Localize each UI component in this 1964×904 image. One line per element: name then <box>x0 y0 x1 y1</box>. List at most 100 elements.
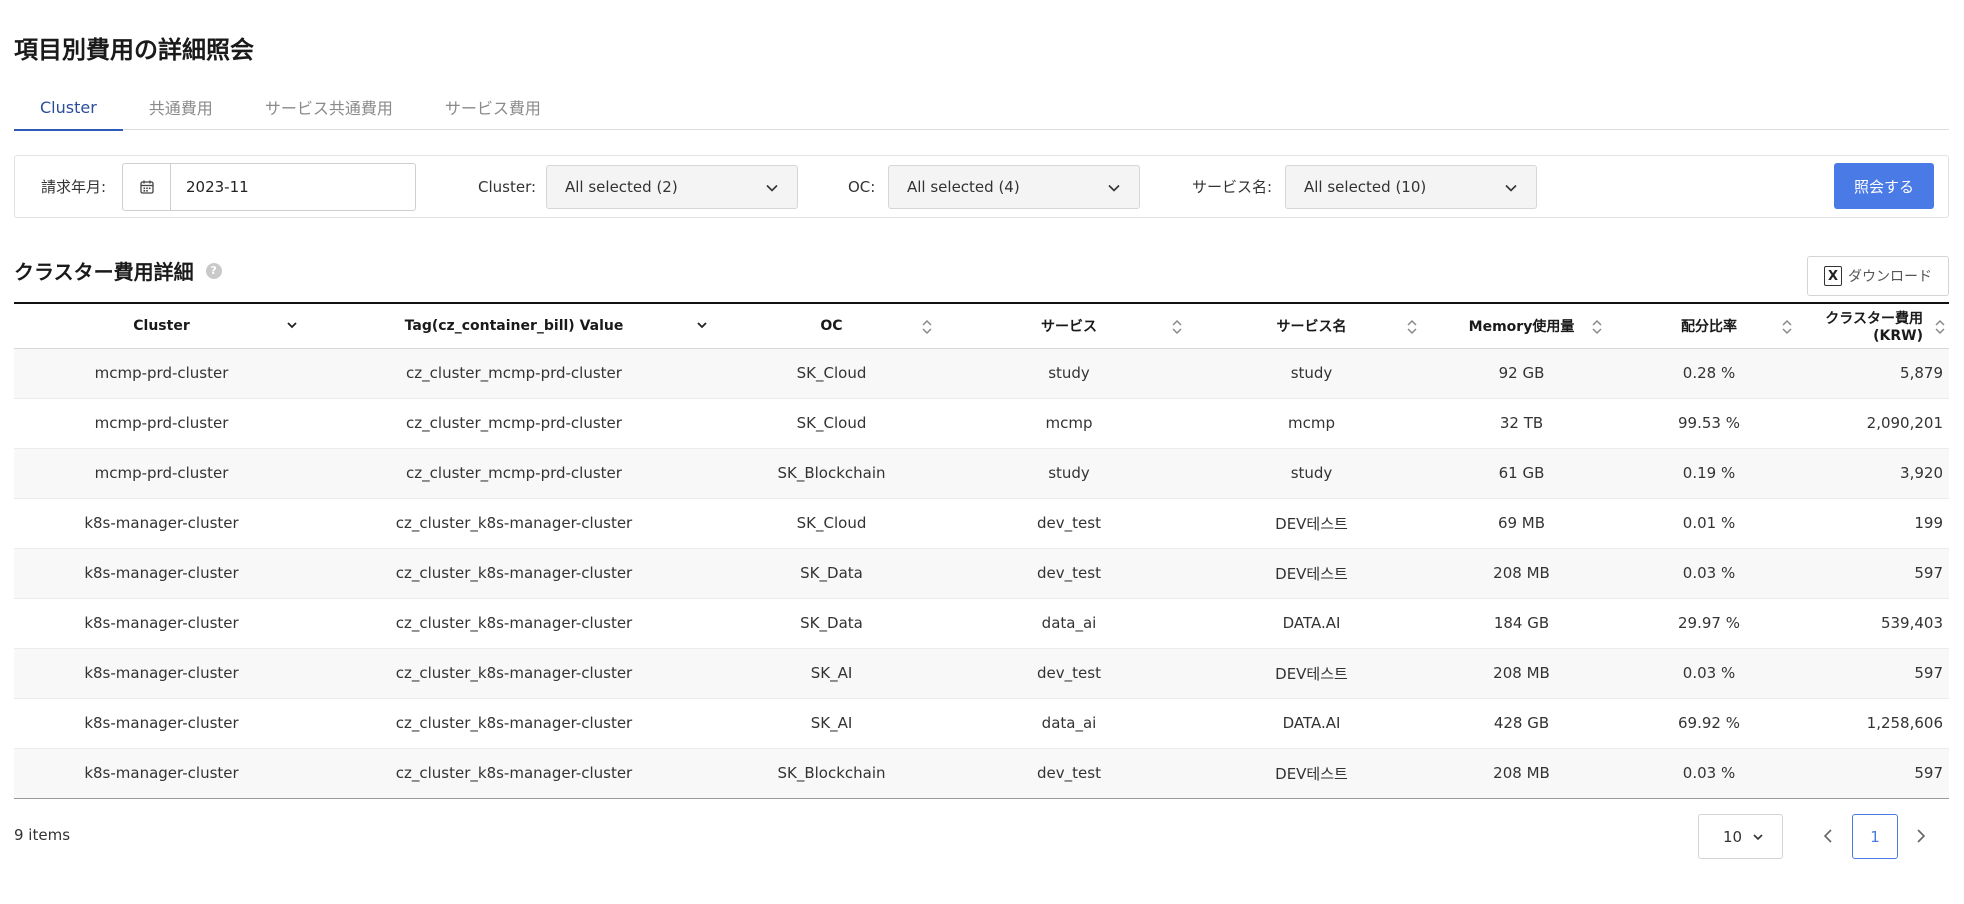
cell-tag: cz_cluster_k8s-manager-cluster <box>309 598 719 649</box>
billing-month-picker[interactable]: 2023-11 <box>122 163 416 211</box>
cell-service-name: DATA.AI <box>1194 598 1429 649</box>
cell-memory: 61 GB <box>1429 448 1614 499</box>
cell-memory: 69 MB <box>1429 498 1614 549</box>
filter-bar: 請求年月: 2023-11 Cluster: All selected (2) … <box>14 155 1949 218</box>
cell-cost: 199 <box>1804 498 1949 549</box>
cell-memory: 92 GB <box>1429 348 1614 399</box>
cell-memory: 428 GB <box>1429 698 1614 749</box>
cell-service-name: DATA.AI <box>1194 698 1429 749</box>
tab-common-cost[interactable]: 共通費用 <box>123 84 239 130</box>
section-title: クラスター費用詳細 <box>14 260 194 284</box>
cell-ratio: 29.97 % <box>1614 598 1804 649</box>
help-icon[interactable]: ? <box>205 262 222 279</box>
column-header-service[interactable]: サービス <box>944 302 1194 349</box>
table-row: k8s-manager-cluster cz_cluster_k8s-manag… <box>14 748 1949 799</box>
sort-icon[interactable] <box>1170 318 1184 336</box>
search-button[interactable]: 照会する <box>1834 163 1934 209</box>
cost-table: Cluster Tag(cz_container_bill) Value OC … <box>14 302 1949 799</box>
cell-service: dev_test <box>944 748 1194 799</box>
cell-cluster: k8s-manager-cluster <box>14 698 309 749</box>
cell-cluster: k8s-manager-cluster <box>14 748 309 799</box>
cell-tag: cz_cluster_k8s-manager-cluster <box>309 698 719 749</box>
cell-ratio: 69.92 % <box>1614 698 1804 749</box>
cell-cost: 3,920 <box>1804 448 1949 499</box>
cell-service: mcmp <box>944 398 1194 449</box>
chevron-left-icon[interactable] <box>1820 826 1836 846</box>
cell-memory: 184 GB <box>1429 598 1614 649</box>
cell-tag: cz_cluster_mcmp-prd-cluster <box>309 398 719 449</box>
page-title: 項目別費用の詳細照会 <box>14 36 254 64</box>
cell-service: study <box>944 448 1194 499</box>
billing-month-input[interactable]: 2023-11 <box>171 164 249 210</box>
cell-oc: SK_Cloud <box>719 348 944 399</box>
chevron-down-icon[interactable] <box>285 318 299 332</box>
column-header-cost[interactable]: クラスター費用 (KRW) <box>1804 302 1949 349</box>
cell-service-name: DEV테스트 <box>1194 748 1429 799</box>
cell-service: dev_test <box>944 648 1194 699</box>
cell-tag: cz_cluster_k8s-manager-cluster <box>309 548 719 599</box>
sort-icon[interactable] <box>1780 318 1794 336</box>
cell-ratio: 0.19 % <box>1614 448 1804 499</box>
sort-icon[interactable] <box>1405 318 1419 336</box>
column-header-tag[interactable]: Tag(cz_container_bill) Value <box>309 302 719 349</box>
cell-service: study <box>944 348 1194 399</box>
column-header-ratio[interactable]: 配分比率 <box>1614 302 1804 349</box>
cell-oc: SK_AI <box>719 698 944 749</box>
cell-service-name: DEV테스트 <box>1194 498 1429 549</box>
page-number-button[interactable]: 1 <box>1852 814 1898 859</box>
tab-cluster[interactable]: Cluster <box>14 84 123 131</box>
column-header-memory[interactable]: Memory使用量 <box>1429 302 1614 349</box>
cell-memory: 208 MB <box>1429 648 1614 699</box>
table-row: k8s-manager-cluster cz_cluster_k8s-manag… <box>14 648 1949 699</box>
cell-oc: SK_Data <box>719 598 944 649</box>
cell-ratio: 0.01 % <box>1614 498 1804 549</box>
table-row: mcmp-prd-cluster cz_cluster_mcmp-prd-clu… <box>14 398 1949 449</box>
chevron-down-icon <box>1753 834 1763 841</box>
cell-cluster: k8s-manager-cluster <box>14 648 309 699</box>
oc-filter-label: OC: <box>848 177 876 196</box>
cell-tag: cz_cluster_k8s-manager-cluster <box>309 648 719 699</box>
tab-service-common-cost[interactable]: サービス共通費用 <box>239 84 419 130</box>
chevron-right-icon[interactable] <box>1913 826 1929 846</box>
cell-cluster: mcmp-prd-cluster <box>14 348 309 399</box>
cell-service: data_ai <box>944 698 1194 749</box>
cell-cluster: k8s-manager-cluster <box>14 598 309 649</box>
cell-tag: cz_cluster_mcmp-prd-cluster <box>309 348 719 399</box>
cell-memory: 208 MB <box>1429 748 1614 799</box>
cell-cost: 5,879 <box>1804 348 1949 399</box>
service-name-select[interactable]: All selected (10) <box>1285 165 1537 209</box>
calendar-icon[interactable] <box>123 164 171 210</box>
service-name-filter-label: サービス名: <box>1192 178 1273 196</box>
cell-ratio: 0.28 % <box>1614 348 1804 399</box>
cell-oc: SK_Cloud <box>719 398 944 449</box>
cell-cost: 597 <box>1804 648 1949 699</box>
sort-icon[interactable] <box>1933 318 1947 336</box>
cell-service-name: DEV테스트 <box>1194 648 1429 699</box>
table-row: mcmp-prd-cluster cz_cluster_mcmp-prd-clu… <box>14 448 1949 499</box>
chevron-down-icon <box>1108 184 1120 192</box>
cell-cluster: k8s-manager-cluster <box>14 548 309 599</box>
cell-oc: SK_AI <box>719 648 944 699</box>
column-header-oc[interactable]: OC <box>719 302 944 349</box>
billing-month-label: 請求年月: <box>41 178 107 196</box>
cell-cost: 597 <box>1804 748 1949 799</box>
cell-tag: cz_cluster_k8s-manager-cluster <box>309 498 719 549</box>
table-row: k8s-manager-cluster cz_cluster_k8s-manag… <box>14 598 1949 649</box>
sort-icon[interactable] <box>1590 318 1604 336</box>
chevron-down-icon <box>1505 184 1517 192</box>
oc-select[interactable]: All selected (4) <box>888 165 1140 209</box>
page-size-value: 10 <box>1723 827 1743 846</box>
tab-service-cost[interactable]: サービス費用 <box>419 84 567 130</box>
cell-cost: 539,403 <box>1804 598 1949 649</box>
chevron-down-icon[interactable] <box>695 318 709 332</box>
cell-service-name: mcmp <box>1194 398 1429 449</box>
download-button[interactable]: X ダウンロード <box>1807 256 1949 296</box>
cluster-select-value: All selected (2) <box>565 178 678 196</box>
column-header-cluster[interactable]: Cluster <box>14 302 309 349</box>
cluster-select[interactable]: All selected (2) <box>546 165 798 209</box>
sort-icon[interactable] <box>920 318 934 336</box>
cell-tag: cz_cluster_k8s-manager-cluster <box>309 748 719 799</box>
column-header-service-name[interactable]: サービス名 <box>1194 302 1429 349</box>
table-row: k8s-manager-cluster cz_cluster_k8s-manag… <box>14 548 1949 599</box>
page-size-select[interactable]: 10 <box>1698 814 1783 859</box>
